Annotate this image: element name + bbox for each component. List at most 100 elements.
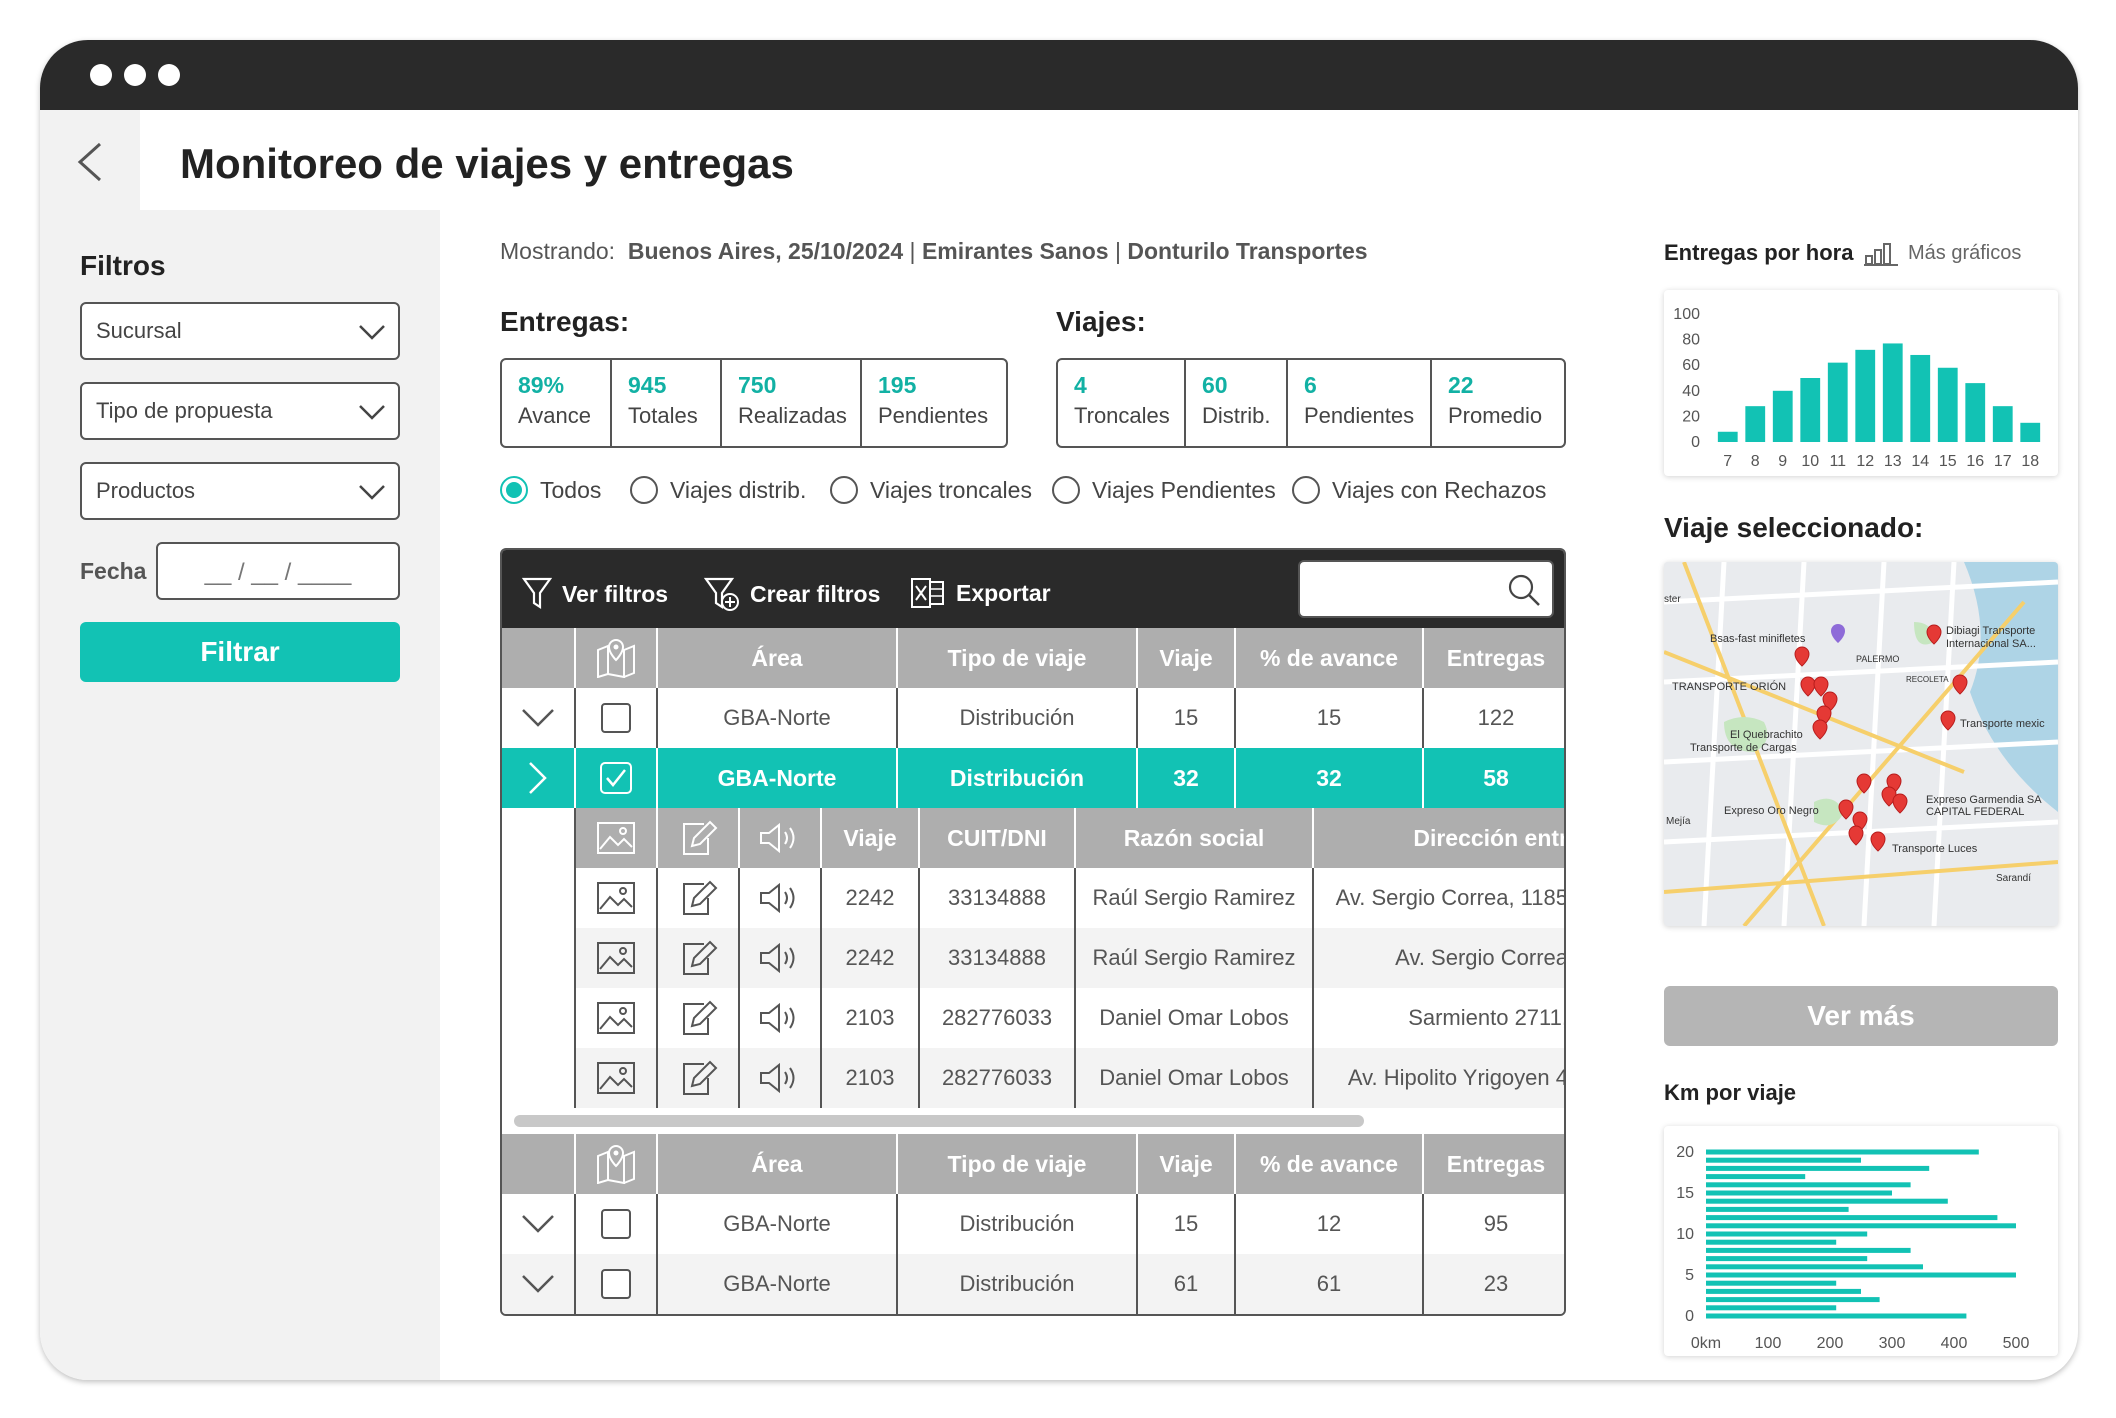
map-label: Transporte de Cargas xyxy=(1690,742,1797,754)
cell-direccion: Av. Sergio Correa, 1185 xyxy=(1335,885,1566,910)
table-row[interactable]: GBA-Norte Distribución 15 12 95 xyxy=(502,1194,1564,1254)
fecha-input[interactable]: __ / __ / ____ xyxy=(156,542,400,600)
productos-select[interactable]: Productos xyxy=(80,462,400,520)
exportar-button[interactable]: Exportar xyxy=(910,576,1051,610)
subheader-viaje: Viaje xyxy=(822,808,920,868)
image-button[interactable] xyxy=(576,928,658,988)
add-filter-icon xyxy=(704,577,739,611)
edit-button[interactable] xyxy=(658,1048,740,1108)
back-arrow-icon[interactable] xyxy=(70,138,110,186)
cell-cuit: 33134888 xyxy=(920,868,1076,928)
expand-toggle[interactable] xyxy=(502,1254,576,1314)
header-expand xyxy=(502,1134,576,1194)
chevron-right-icon xyxy=(529,762,547,794)
collapse-toggle[interactable] xyxy=(502,748,576,808)
table-row[interactable]: GBA-Norte Distribución 61 61 23 xyxy=(502,1254,1564,1314)
subtable-row[interactable]: 2242 33134888 Raúl Sergio Ramirez Av. Sergi… xyxy=(576,868,1566,928)
radio-viajes-rechazos[interactable]: Viajes con Rechazos xyxy=(1292,476,1546,504)
cell-direccion: Av. Hipolito Yrigoyen 4 xyxy=(1347,1065,1566,1090)
route-map[interactable]: Bsas-fast minifletes Dibiagi Transporte … xyxy=(1664,562,2058,926)
ver-filtros-button[interactable]: Ver filtros xyxy=(522,576,668,612)
row-checkbox[interactable] xyxy=(601,1269,631,1299)
ver-mas-button[interactable]: Ver más xyxy=(1664,986,2058,1046)
mas-graficos-link[interactable]: Más gráficos xyxy=(1864,240,2021,266)
cell-tipo: Distribución xyxy=(898,1254,1138,1314)
speaker-icon xyxy=(760,882,795,914)
edit-button[interactable] xyxy=(658,928,740,988)
x-tick-label: 7 xyxy=(1723,453,1732,470)
search-input[interactable] xyxy=(1298,560,1554,618)
header-image xyxy=(576,808,658,868)
edit-button[interactable] xyxy=(658,988,740,1048)
radio-label: Viajes con Rechazos xyxy=(1332,476,1547,503)
kpi-value: 945 xyxy=(628,372,667,398)
expand-toggle[interactable] xyxy=(502,1194,576,1254)
tipo-propuesta-select[interactable]: Tipo de propuesta xyxy=(80,382,400,440)
sucursal-select[interactable]: Sucursal xyxy=(80,302,400,360)
filtrar-button[interactable]: Filtrar xyxy=(80,622,400,682)
bar xyxy=(1706,1206,1849,1212)
image-button[interactable] xyxy=(576,868,658,928)
checkbox-checked-icon[interactable] xyxy=(600,762,632,794)
row-checkbox[interactable] xyxy=(601,703,631,733)
row-checkbox-cell xyxy=(576,1254,658,1314)
y-tick-label: 5 xyxy=(1685,1267,1694,1284)
row-checkbox[interactable] xyxy=(601,1209,631,1239)
crear-filtros-label: Crear filtros xyxy=(750,580,881,607)
bar xyxy=(1706,1231,1868,1237)
bar xyxy=(1706,1157,1861,1163)
y-tick-label: 40 xyxy=(1682,383,1700,400)
cell-entregas: 122 xyxy=(1477,705,1515,730)
kpi-distrib: 60 Distrib. xyxy=(1186,360,1288,446)
subtable-row[interactable]: 2103 282776033 Daniel Omar Lobos Sarmiento … xyxy=(576,988,1564,1048)
subtable: Viaje CUIT/DNI Razón social Dirección en… xyxy=(576,808,1566,1108)
kpi-label: Distrib. xyxy=(1202,403,1271,428)
bar xyxy=(1882,343,1903,442)
horizontal-scrollbar[interactable] xyxy=(514,1115,1364,1127)
window-dot xyxy=(90,64,112,86)
image-button[interactable] xyxy=(576,988,658,1048)
kpi-label: Pendientes xyxy=(1304,403,1415,428)
entregas-hora-chart-card: 0 20 40 60 80 100 7 8 9 10 11 12 13 14 15 16 17 18 xyxy=(1664,290,2058,476)
radio-viajes-pendientes[interactable]: Viajes Pendientes xyxy=(1052,476,1276,504)
speaker-icon xyxy=(760,942,795,974)
radio-viajes-distrib[interactable]: Viajes distrib. xyxy=(630,476,806,504)
edit-button[interactable] xyxy=(658,868,740,928)
cell-avance: 32 xyxy=(1236,748,1424,808)
audio-button[interactable] xyxy=(740,868,822,928)
cell-tipo: Distribución xyxy=(898,748,1138,808)
bar xyxy=(1706,1165,1930,1171)
x-tick-label: 16 xyxy=(1966,453,1984,470)
table-row[interactable]: GBA-Norte Distribución 15 15 122 xyxy=(502,688,1564,748)
image-icon xyxy=(597,942,635,974)
subtable-row[interactable]: 2242 33134888 Raúl Sergio Ramirez Av. Sergi… xyxy=(576,928,1564,988)
map-card[interactable]: Bsas-fast minifletes Dibiagi Transporte … xyxy=(1664,562,2058,926)
filters-title: Filtros xyxy=(80,250,166,281)
header-viaje: Viaje xyxy=(1138,1134,1236,1194)
header-area: Área xyxy=(658,628,898,688)
kpi-label: Totales xyxy=(628,403,698,428)
audio-button[interactable] xyxy=(740,1048,822,1108)
audio-button[interactable] xyxy=(740,928,822,988)
image-button[interactable] xyxy=(576,1048,658,1108)
table-row-selected[interactable]: GBA-Norte Distribución 32 32 58 xyxy=(502,748,1564,808)
y-tick-label: 100 xyxy=(1673,306,1700,323)
trips-table: Ver filtros Crear filtros Exportar Área … xyxy=(500,548,1566,1316)
select-label: Productos xyxy=(96,478,196,503)
expand-toggle[interactable] xyxy=(502,688,576,748)
bar xyxy=(1706,1313,1967,1319)
table-header: Área Tipo de viaje Viaje % de avance Ent… xyxy=(502,1134,1564,1194)
x-tick-label: 18 xyxy=(2021,453,2039,470)
edit-note-icon xyxy=(683,1060,718,1095)
crear-filtros-button[interactable]: Crear filtros xyxy=(704,576,880,612)
map-label: Bsas-fast minifletes xyxy=(1710,633,1806,645)
map-label: Mejía xyxy=(1666,816,1691,827)
map-label: Transporte Luces xyxy=(1892,843,1978,855)
entregas-hora-chart: 0 20 40 60 80 100 7 8 9 10 11 12 13 14 15 16 17 18 xyxy=(1673,306,2041,470)
cell-viaje: 2242 xyxy=(822,928,920,988)
radio-viajes-troncales[interactable]: Viajes troncales xyxy=(830,476,1032,504)
audio-button[interactable] xyxy=(740,988,822,1048)
subtable-row[interactable]: 2103 282776033 Daniel Omar Lobos Av. Hipoli… xyxy=(576,1048,1566,1108)
radio-todos[interactable]: Todos xyxy=(500,476,601,504)
bar xyxy=(1706,1288,1861,1294)
